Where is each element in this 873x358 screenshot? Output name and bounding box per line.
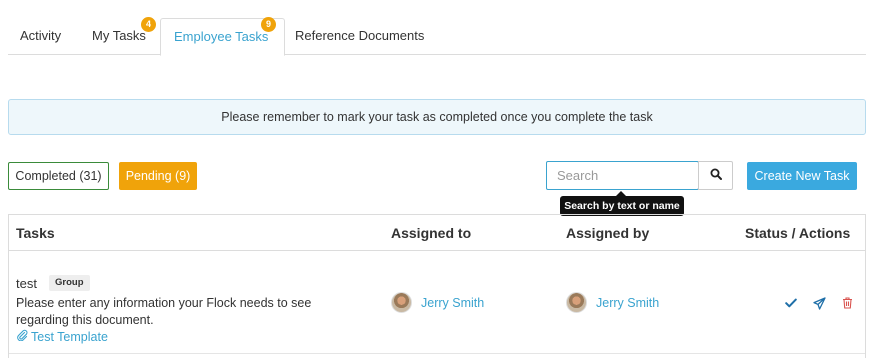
create-new-task-button[interactable]: Create New Task [747, 162, 857, 190]
search-tooltip: Search by text or name [560, 196, 684, 216]
send-icon[interactable] [811, 295, 827, 311]
search-button[interactable] [698, 161, 733, 190]
table-header: Tasks Assigned to Assigned by Status / A… [9, 215, 865, 251]
assigned-to-user[interactable]: Jerry Smith [391, 292, 484, 313]
avatar [391, 292, 412, 313]
tab-label: Employee Tasks [174, 29, 269, 44]
task-name: test [16, 276, 37, 291]
info-notice: Please remember to mark your task as com… [8, 99, 866, 135]
search-input[interactable] [546, 161, 699, 190]
tab-label: Activity [20, 28, 62, 43]
table-row: test Group Please enter any information … [9, 251, 865, 354]
assigned-by-name: Jerry Smith [596, 295, 660, 310]
notice-text: Please remember to mark your task as com… [221, 110, 653, 124]
tab-activity[interactable]: Activity [8, 18, 73, 55]
attachment-link[interactable]: Test Template [16, 329, 108, 344]
header-tasks: Tasks [16, 225, 55, 241]
tab-bar: Activity My Tasks 4 Employee Tasks 9 Ref… [8, 17, 866, 56]
my-tasks-count-badge: 4 [141, 17, 156, 32]
attachment-name: Test Template [31, 329, 108, 344]
tab-reference-documents[interactable]: Reference Documents [283, 18, 436, 55]
tab-label: My Tasks [92, 28, 146, 43]
pending-filter-button[interactable]: Pending (9) [119, 162, 197, 190]
assigned-by-user[interactable]: Jerry Smith [566, 292, 659, 313]
trash-icon[interactable] [839, 295, 855, 311]
tab-label: Reference Documents [295, 28, 425, 43]
assigned-to-name: Jerry Smith [421, 295, 485, 310]
check-icon[interactable] [783, 295, 799, 311]
tasks-table: Tasks Assigned to Assigned by Status / A… [8, 214, 866, 358]
avatar [566, 292, 587, 313]
paperclip-icon [16, 329, 31, 344]
employee-tasks-count-badge: 9 [261, 17, 276, 32]
header-status-actions: Status / Actions [745, 225, 851, 241]
search-icon [710, 168, 722, 183]
header-assigned-to: Assigned to [391, 225, 472, 241]
task-description: Please enter any information your Flock … [16, 296, 312, 327]
completed-filter-button[interactable]: Completed (31) [8, 162, 109, 190]
header-assigned-by: Assigned by [566, 225, 650, 241]
group-badge: Group [49, 275, 90, 291]
